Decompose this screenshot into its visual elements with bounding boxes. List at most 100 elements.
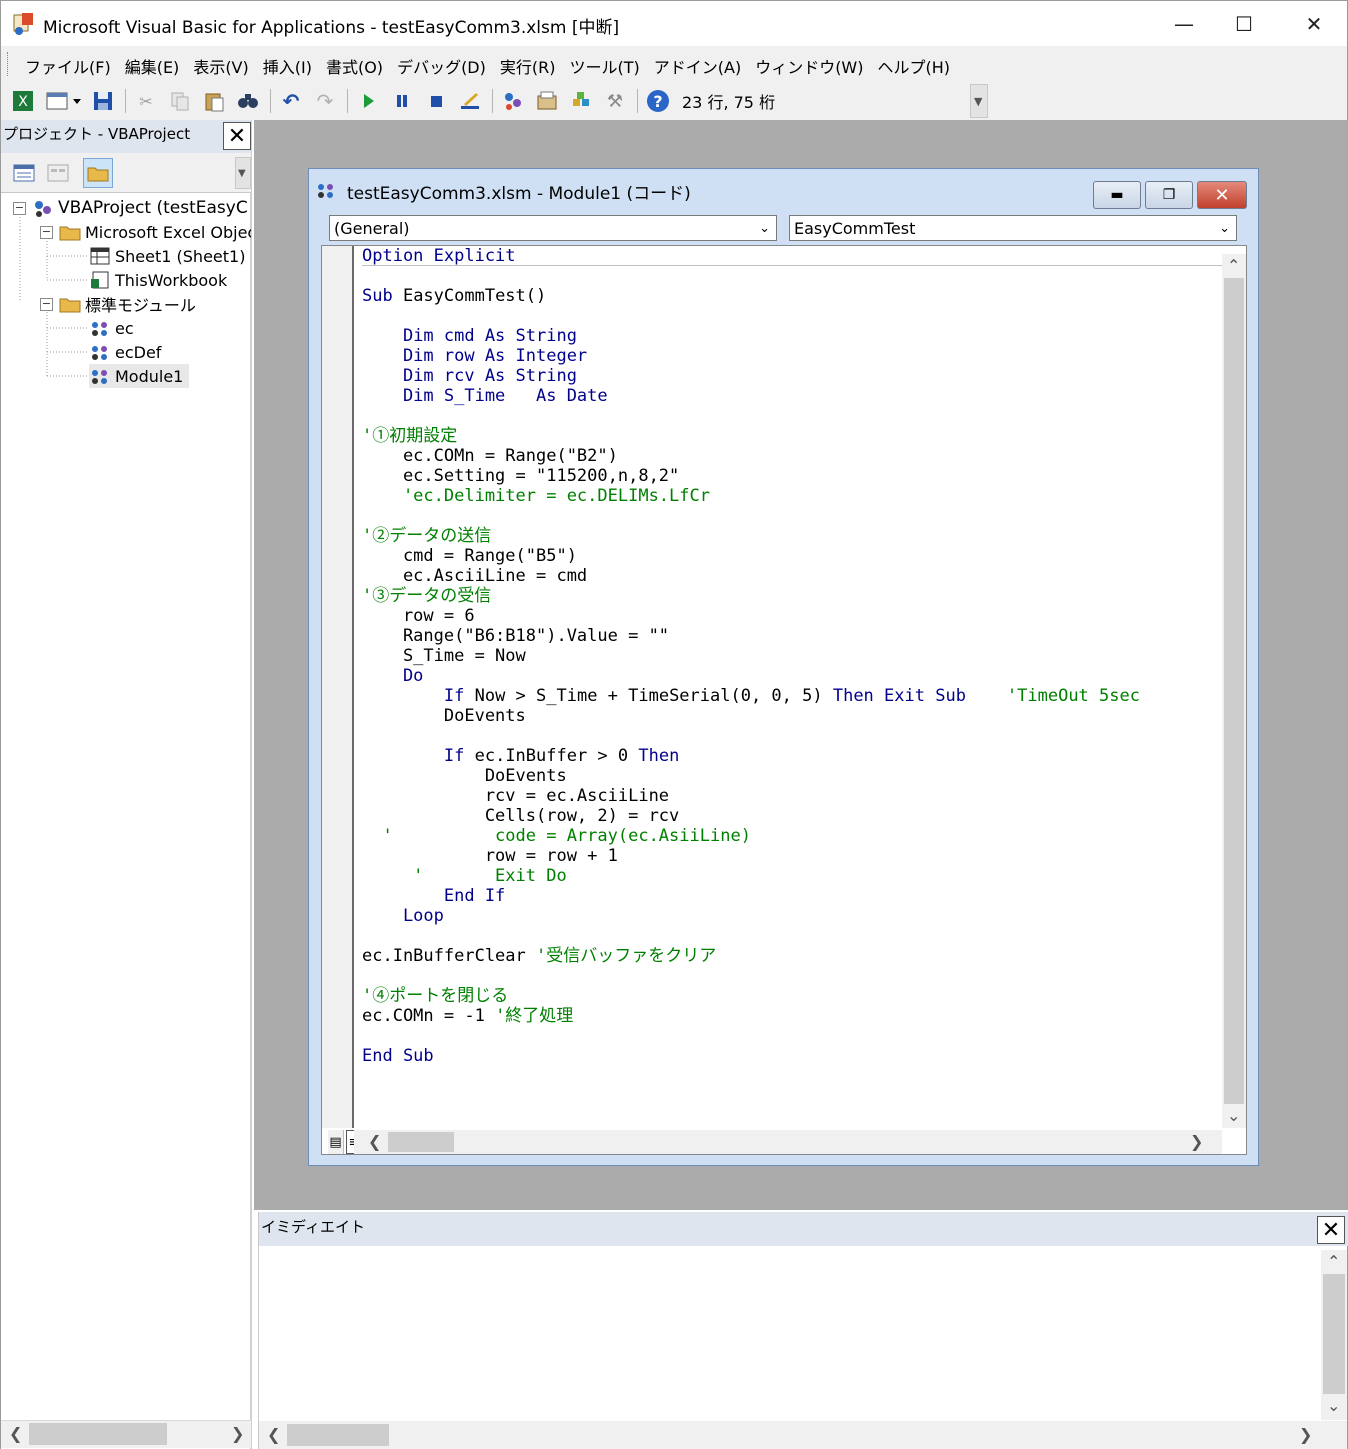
code-horizontal-scrollbar[interactable]: ❮ ❯ [354,1130,1222,1154]
chevron-left-icon[interactable]: ❮ [9,1424,22,1443]
scrollbar-thumb[interactable] [29,1423,167,1445]
menu-edit[interactable]: 編集(E) [123,52,189,80]
code-line[interactable]: Cells(row, 2) = rcv [362,806,679,826]
run-button[interactable] [354,87,382,115]
code-line[interactable]: ec.Setting = "115200,n,8,2" [362,466,679,486]
tree-node-module-ecdef[interactable]: ecDef [89,340,161,364]
code-line[interactable]: ec.COMn = -1 '終了処理 [362,1006,573,1026]
paste-button[interactable] [200,87,228,115]
code-text[interactable]: Option Explicit Sub EasyCommTest() Dim c… [362,246,1222,1128]
code-line[interactable]: ec.InBufferClear '受信バッファをクリア [362,946,716,966]
immediate-input[interactable] [259,1246,1321,1421]
menu-window[interactable]: ウィンドウ(W) [753,52,872,80]
code-line[interactable]: ' Exit Do [362,866,567,886]
design-mode-button[interactable] [456,87,484,115]
tree-node-excel-objects[interactable]: − Microsoft Excel Objec [40,220,251,244]
scrollbar-thumb[interactable] [1323,1274,1345,1394]
code-line[interactable]: '①初期設定 [362,426,457,446]
collapse-icon[interactable]: − [40,225,53,239]
reset-button[interactable] [422,87,450,115]
view-code-button[interactable] [9,158,39,188]
scrollbar-thumb[interactable] [1224,278,1244,1104]
code-line[interactable]: ' code = Array(ec.AsiiLine) [362,826,750,846]
code-line[interactable]: 'ec.Delimiter = ec.DELIMs.LfCr [362,486,710,506]
code-line[interactable]: ec.AsciiLine = cmd [362,566,587,586]
chevron-right-icon[interactable]: ❯ [1299,1425,1312,1444]
tree-node-thisworkbook[interactable]: ThisWorkbook [89,268,227,292]
break-button[interactable] [388,87,416,115]
immediate-vertical-scrollbar[interactable]: ⌃ ⌄ [1321,1250,1347,1420]
code-window-close-button[interactable]: ✕ [1197,181,1247,209]
chevron-down-icon[interactable]: ⌄ [1327,1396,1340,1415]
code-line[interactable]: '④ポートを閉じる [362,986,508,1006]
copy-button[interactable] [166,87,194,115]
find-button[interactable] [234,87,262,115]
menu-addins[interactable]: アドイン(A) [652,52,750,80]
scrollbar-thumb[interactable] [388,1132,454,1152]
code-line[interactable]: S_Time = Now [362,646,526,666]
code-line[interactable]: End Sub [362,1046,434,1066]
properties-button[interactable] [533,87,561,115]
menu-insert[interactable]: 挿入(I) [261,52,321,80]
menu-tools[interactable]: ツール(T) [567,52,648,80]
code-line[interactable]: '③データの受信 [362,586,491,606]
procedure-combo[interactable]: EasyCommTest ⌄ [789,215,1237,241]
code-line[interactable]: Range("B6:B18").Value = "" [362,626,669,646]
code-line[interactable]: End If [362,886,505,906]
collapse-icon[interactable]: − [13,201,26,215]
code-line[interactable]: '②データの送信 [362,526,491,546]
tree-node-modules[interactable]: − 標準モジュール [40,292,196,316]
scrollbar-thumb[interactable] [287,1424,389,1446]
chevron-left-icon[interactable]: ❮ [267,1425,280,1444]
menu-debug[interactable]: デバッグ(D) [395,52,495,80]
code-line[interactable]: Dim cmd As String [362,326,577,346]
code-line[interactable]: Do [362,666,423,686]
toolbox-button[interactable]: ⚒ [601,87,629,115]
collapse-icon[interactable]: − [40,297,53,311]
insert-module-button[interactable] [43,87,83,115]
chevron-left-icon[interactable]: ❮ [368,1132,381,1151]
code-window-restore-button[interactable]: ❐ [1145,181,1193,209]
code-line[interactable]: DoEvents [362,706,526,726]
code-window-minimize-button[interactable]: ▬ [1093,181,1141,209]
code-line[interactable]: cmd = Range("B5") [362,546,577,566]
code-line[interactable]: Dim S_Time As Date [362,386,608,406]
tree-node-module1[interactable]: Module1 [89,364,190,388]
menu-view[interactable]: 表示(V) [191,52,257,80]
code-line[interactable]: If ec.InBuffer > 0 Then [362,746,679,766]
save-button[interactable] [89,87,117,115]
code-line[interactable]: rcv = ec.AsciiLine [362,786,669,806]
project-horizontal-scrollbar[interactable]: ❮ ❯ [1,1420,251,1448]
code-line[interactable]: ec.COMn = Range("B2") [362,446,618,466]
excel-view-button[interactable]: X [9,87,37,115]
project-toolbar-overflow[interactable]: ▼ [235,157,251,189]
menu-run[interactable]: 実行(R) [498,52,565,80]
immediate-horizontal-scrollbar[interactable]: ❮ ❯ [259,1421,1347,1449]
code-margin[interactable] [322,246,354,1128]
view-object-button[interactable] [43,158,73,188]
menu-format[interactable]: 書式(O) [324,52,392,80]
tree-node-vbaproject[interactable]: − VBAProject (testEasyC [13,196,248,220]
help-button[interactable]: ? [644,87,672,115]
maximize-button[interactable]: ☐ [1211,1,1277,47]
toggle-folders-button[interactable] [83,158,113,188]
code-line[interactable]: Dim rcv As String [362,366,577,386]
code-line[interactable]: row = row + 1 [362,846,618,866]
code-line[interactable]: Option Explicit [362,246,1222,266]
immediate-close-button[interactable]: ✕ [1317,1216,1345,1244]
code-editor[interactable]: Option Explicit Sub EasyCommTest() Dim c… [321,245,1247,1155]
project-explorer-button[interactable] [499,87,527,115]
menubar-grip[interactable] [7,52,10,76]
code-line[interactable]: Dim row As Integer [362,346,587,366]
code-line[interactable]: If Now > S_Time + TimeSerial(0, 0, 5) Th… [362,686,1140,706]
menu-file[interactable]: ファイル(F) [23,52,120,80]
project-panel-close-button[interactable]: ✕ [223,122,251,150]
toolbar-overflow-button[interactable]: ▼ [970,84,988,118]
menu-help[interactable]: ヘルプ(H) [876,52,960,80]
cut-button[interactable]: ✂ [132,87,160,115]
tree-node-sheet1[interactable]: Sheet1 (Sheet1) [89,244,245,268]
code-vertical-scrollbar[interactable]: ⌃ ⌄ [1222,254,1246,1128]
code-line[interactable]: Sub EasyCommTest() [362,286,546,306]
chevron-up-icon[interactable]: ⌃ [1227,256,1240,275]
chevron-up-icon[interactable]: ⌃ [1327,1252,1340,1271]
